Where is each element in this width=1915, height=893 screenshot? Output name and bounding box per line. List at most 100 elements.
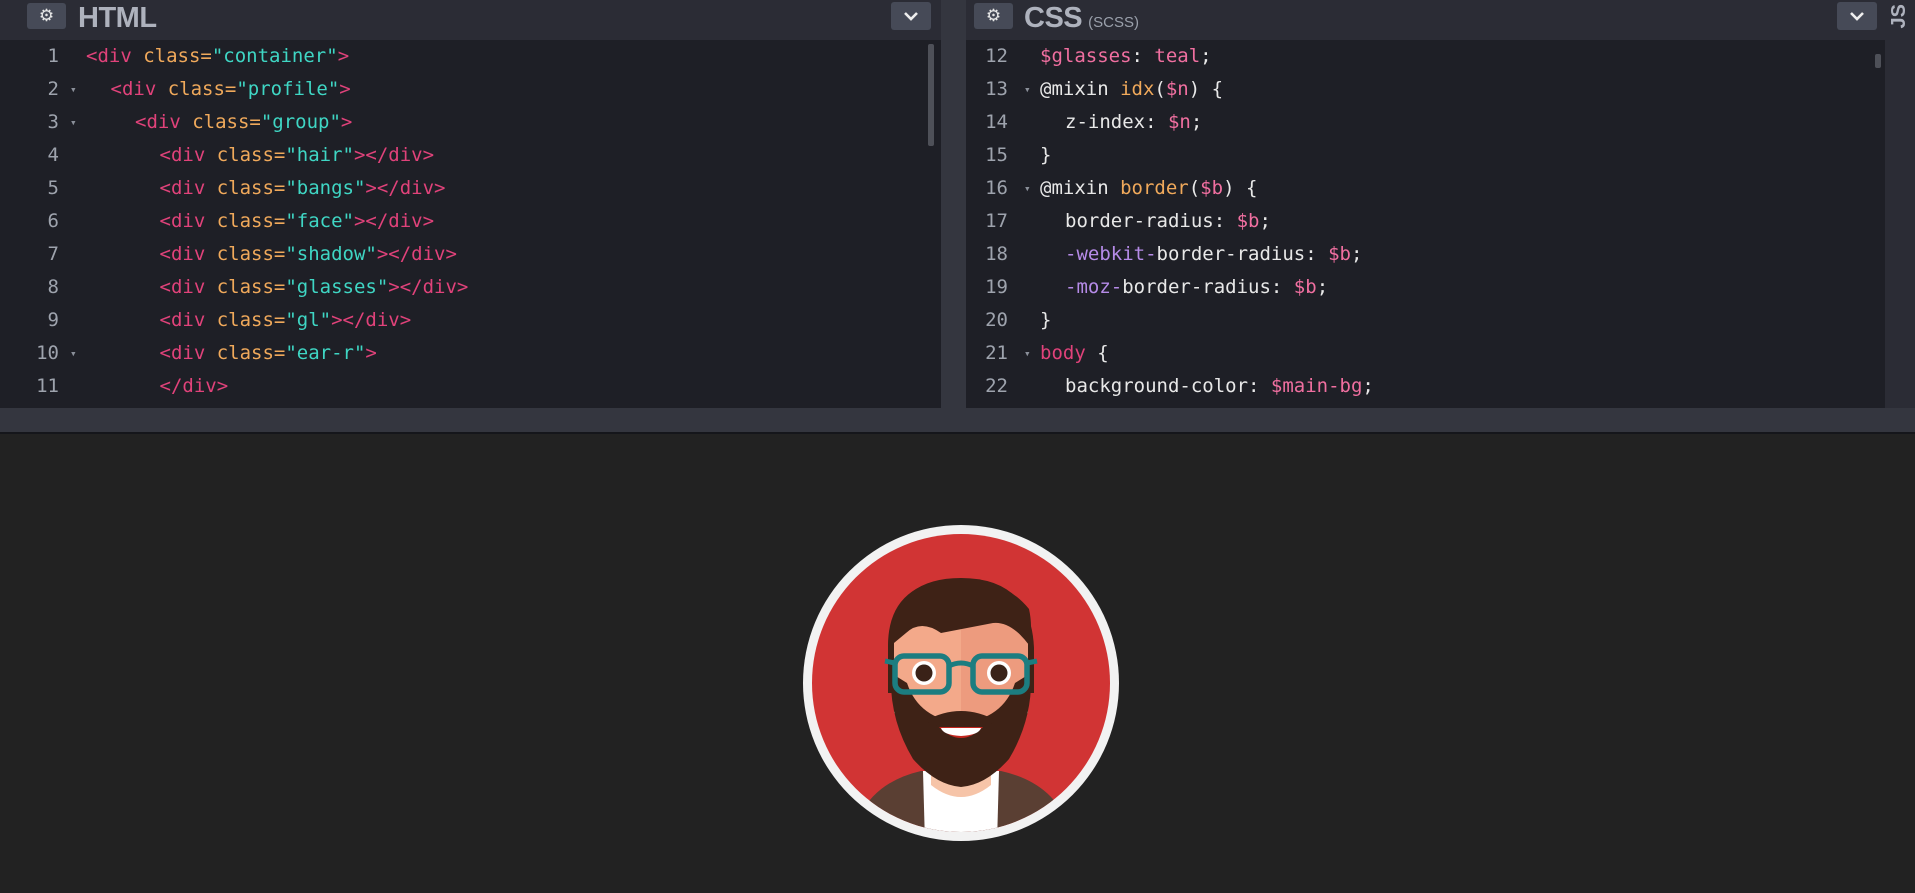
html-settings-button[interactable]: ⚙: [27, 3, 66, 29]
code-text: <div class="hair"></div>: [160, 139, 435, 172]
code-token: <div: [159, 276, 217, 298]
code-token: <div: [159, 210, 217, 232]
code-token: ;: [1351, 243, 1363, 265]
code-token: "bangs": [285, 177, 366, 199]
code-text: @mixin idx($n) {: [1040, 73, 1223, 106]
line-number: 11: [36, 375, 59, 397]
css-collapse-button[interactable]: [1837, 2, 1877, 30]
line-number: 15: [985, 144, 1008, 166]
code-line[interactable]: 20}: [966, 304, 1885, 337]
code-line[interactable]: 14 z-index: $n;: [966, 106, 1885, 139]
code-text: <div class="glasses"></div>: [160, 271, 469, 304]
code-line[interactable]: 12 $glasses: teal;: [966, 40, 1885, 73]
code-token: ></div>: [376, 243, 457, 265]
code-token: <div: [110, 78, 168, 100]
html-scrollbar[interactable]: [928, 44, 934, 146]
code-text: -moz-border-radius: $b;: [1065, 271, 1328, 304]
fold-arrow-icon[interactable]: ▾: [70, 106, 77, 139]
code-token: :: [1131, 45, 1155, 67]
code-token: $b: [1328, 243, 1351, 265]
fold-arrow-icon[interactable]: ▾: [1024, 73, 1031, 106]
avatar-eye-right-pupil: [990, 664, 1008, 682]
avatar-glasses-arm-right: [1026, 658, 1038, 666]
pane-resize-handle[interactable]: [941, 0, 966, 408]
code-token: border-radius:: [1156, 243, 1329, 265]
code-line[interactable]: 9 <div class="gl"></div>: [0, 304, 941, 337]
code-line[interactable]: 8 <div class="glasses"></div>: [0, 271, 941, 304]
js-pane-title: JS: [1888, 4, 1910, 29]
code-line[interactable]: 11 </div>: [0, 370, 941, 403]
code-token: "profile": [236, 78, 340, 100]
code-token: {: [1085, 342, 1109, 364]
code-line[interactable]: 10 ▾ <div class="ear-r">: [0, 337, 941, 370]
code-token: class=: [216, 276, 286, 298]
code-token: class=: [143, 45, 212, 67]
code-line[interactable]: 5 <div class="bangs"></div>: [0, 172, 941, 205]
code-text: }: [1040, 139, 1051, 172]
code-token: <div: [159, 177, 217, 199]
line-number: 6: [47, 210, 59, 232]
code-token: border: [1120, 177, 1189, 199]
css-subtitle-text: (SCSS): [1088, 14, 1139, 31]
line-number: 2: [47, 78, 59, 100]
code-token: (: [1188, 177, 1201, 199]
code-line[interactable]: 4 <div class="hair"></div>: [0, 139, 941, 172]
preview-resize-bar[interactable]: [0, 408, 1915, 434]
line-number: 14: [985, 111, 1008, 133]
code-token: teal: [1154, 45, 1201, 67]
code-token: -moz-: [1065, 276, 1123, 298]
line-number: 4: [47, 144, 59, 166]
code-token: >: [339, 78, 351, 100]
code-token: $b: [1200, 177, 1224, 199]
code-line[interactable]: 7 <div class="shadow"></div>: [0, 238, 941, 271]
code-token: <div: [159, 342, 217, 364]
code-line[interactable]: 21 ▾ body {: [966, 337, 1885, 370]
code-line[interactable]: 19 -moz-border-radius: $b;: [966, 271, 1885, 304]
code-token: <div: [159, 144, 217, 166]
css-code-editor[interactable]: 12 $glasses: teal; 13 ▾ @mixin idx($n) {14 z-…: [966, 40, 1885, 408]
code-line[interactable]: 2 ▾ <div class="profile">: [0, 73, 941, 106]
code-line[interactable]: 15}: [966, 139, 1885, 172]
fold-arrow-icon[interactable]: ▾: [1024, 172, 1031, 205]
gear-icon: ⚙: [38, 6, 55, 25]
gear-icon: ⚙: [985, 6, 1002, 25]
code-line[interactable]: 1 <div class="container">: [0, 40, 941, 73]
code-line[interactable]: 18 -webkit-border-radius: $b;: [966, 238, 1885, 271]
code-text: body {: [1040, 337, 1109, 370]
fold-arrow-icon[interactable]: ▾: [1024, 337, 1031, 370]
code-token: border-radius:: [1122, 276, 1294, 298]
code-line[interactable]: 16 ▾ @mixin border($b) {: [966, 172, 1885, 205]
code-line[interactable]: 17 border-radius: $b;: [966, 205, 1885, 238]
code-token: ) {: [1223, 177, 1258, 199]
code-token: border-radius:: [1065, 210, 1237, 232]
code-token: class=: [167, 78, 237, 100]
code-token: $b: [1236, 210, 1260, 232]
code-token: "group": [260, 111, 341, 133]
line-number: 16: [985, 177, 1008, 199]
fold-arrow-icon[interactable]: ▾: [70, 73, 77, 106]
css-editor-pane: ⚙ CSS (SCSS) 12 $glasses: teal; 13 ▾ @mixin i…: [966, 0, 1885, 408]
css-settings-button[interactable]: ⚙: [974, 3, 1013, 29]
code-token: "container": [211, 45, 338, 67]
html-code-editor[interactable]: 1 <div class="container"> 2 ▾ <div class="pr…: [0, 40, 941, 408]
code-text: <div class="bangs"></div>: [160, 172, 446, 205]
code-line[interactable]: 3 ▾ <div class="group">: [0, 106, 941, 139]
code-text: }: [1040, 304, 1051, 337]
code-text: <div class="ear-r">: [160, 337, 377, 370]
fold-arrow-icon[interactable]: ▾: [70, 337, 77, 370]
code-token: idx: [1120, 78, 1155, 100]
code-text: <div class="profile">: [111, 73, 351, 106]
code-line[interactable]: 13 ▾ @mixin idx($n) {: [966, 73, 1885, 106]
code-line[interactable]: 6 <div class="face"></div>: [0, 205, 941, 238]
code-token: $n: [1167, 111, 1191, 133]
line-number: 20: [985, 309, 1008, 331]
code-line[interactable]: 22 background-color: $main-bg;: [966, 370, 1885, 403]
html-pane-title: HTML: [78, 2, 157, 34]
html-collapse-button[interactable]: [891, 2, 931, 30]
line-number: 13: [985, 78, 1008, 100]
chevron-down-icon: [1850, 12, 1864, 21]
code-token: ></div>: [353, 210, 435, 232]
js-pane-collapsed[interactable]: JS: [1885, 0, 1915, 408]
css-scrollbar[interactable]: [1875, 54, 1881, 68]
html-editor-pane: ⚙ HTML 1 <div class="container"> 2 ▾ <div cl…: [0, 0, 941, 408]
